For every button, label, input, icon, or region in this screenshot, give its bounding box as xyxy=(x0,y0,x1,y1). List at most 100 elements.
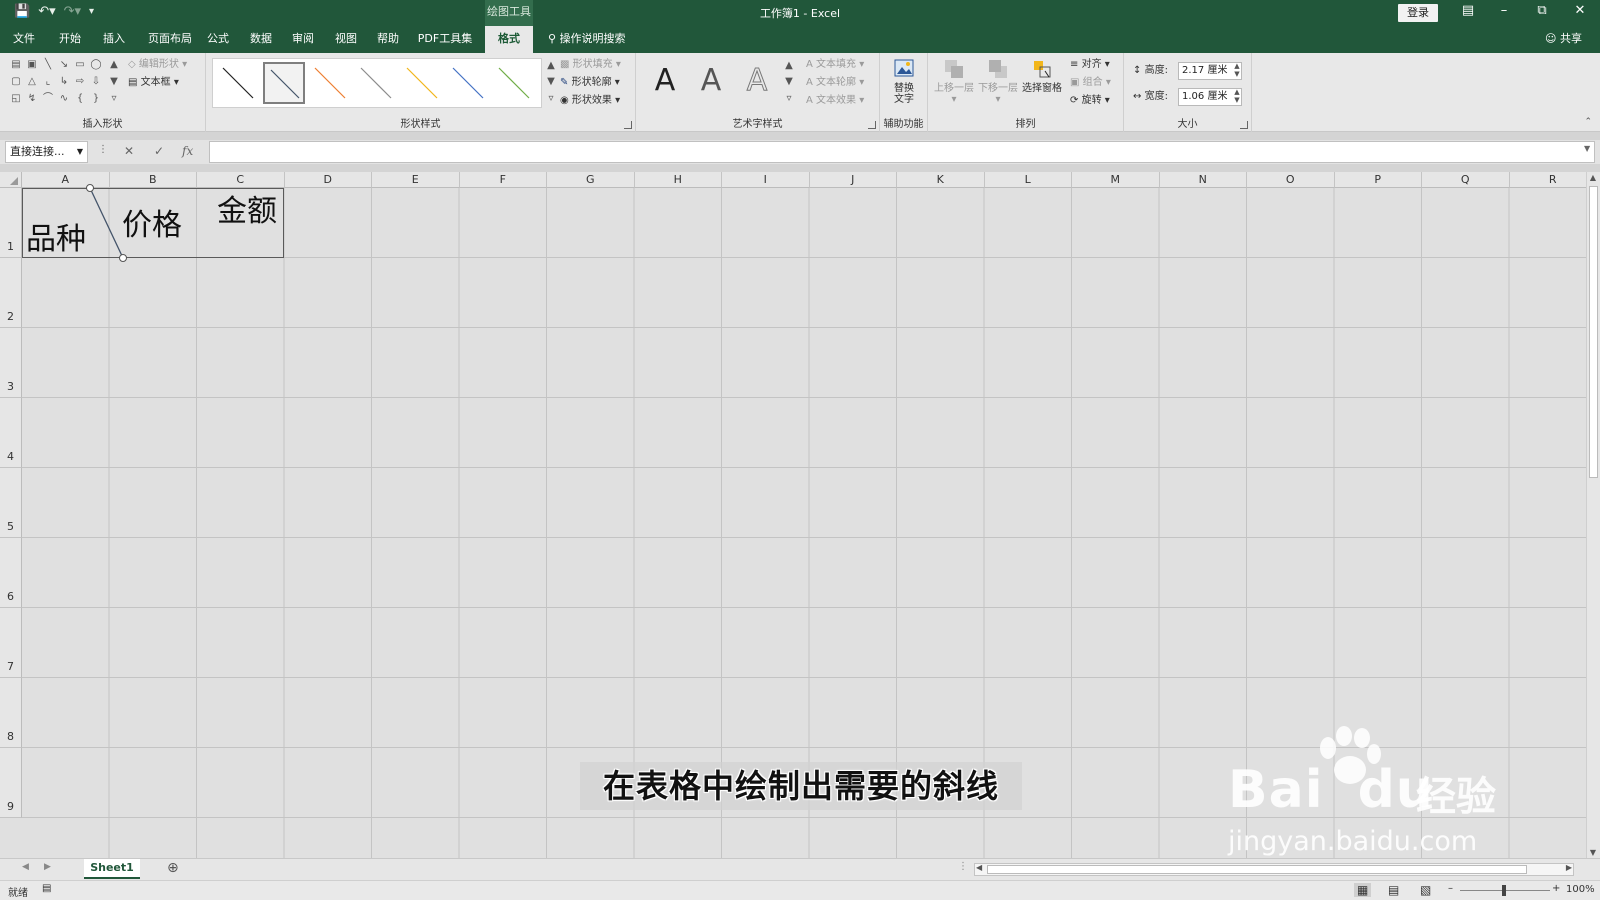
page-break-view-icon[interactable]: ▧ xyxy=(1420,883,1431,897)
ribbon-display-options-icon[interactable]: ▤ xyxy=(1458,3,1478,18)
gallery-scroll-down-icon[interactable]: ▼ xyxy=(107,75,121,89)
redo-icon[interactable]: ↷▾ xyxy=(64,4,81,19)
column-header-g[interactable]: G xyxy=(547,172,635,188)
wordart-scroll-down-icon[interactable]: ▼ xyxy=(782,75,796,89)
shape-fill-button[interactable]: ▩ 形状填充 ▾ xyxy=(560,57,621,73)
column-header-h[interactable]: H xyxy=(634,172,722,188)
style-swatch-7[interactable] xyxy=(493,62,535,104)
tell-me-search[interactable]: ⚲ 操作说明搜索 xyxy=(548,26,626,53)
column-header-n[interactable]: N xyxy=(1159,172,1247,188)
column-header-e[interactable]: E xyxy=(372,172,460,188)
normal-view-icon[interactable]: ▦ xyxy=(1354,883,1372,897)
send-backward-button[interactable]: 下移一层 ▾ xyxy=(978,57,1018,105)
sheet-tab-sheet1[interactable]: Sheet1 xyxy=(84,859,140,879)
style-swatch-3[interactable] xyxy=(309,62,351,104)
tab-home[interactable]: 开始 xyxy=(52,26,88,53)
arc-shape-icon[interactable]: ⌒ xyxy=(41,92,55,106)
macro-record-icon[interactable]: ▤ xyxy=(42,883,51,894)
tab-help[interactable]: 帮助 xyxy=(370,26,406,53)
width-spinner[interactable]: ▲ ▼ xyxy=(1232,88,1242,106)
align-button[interactable]: ≡ 对齐 ▾ xyxy=(1070,57,1110,73)
text-outline-button[interactable]: A 文本轮廓 ▾ xyxy=(806,75,864,91)
column-header-f[interactable]: F xyxy=(459,172,547,188)
styles-more-icon[interactable]: ▿ xyxy=(544,92,558,106)
freeform-shape-icon[interactable]: ◱ xyxy=(9,92,23,106)
triangle-shape-icon[interactable]: △ xyxy=(25,75,39,89)
tab-pdf-tools[interactable]: PDF工具集 xyxy=(414,26,476,53)
share-button[interactable]: ☺ 共享 xyxy=(1545,26,1582,53)
zoom-level[interactable]: 100% xyxy=(1566,884,1595,895)
zoom-slider-thumb[interactable] xyxy=(1502,885,1506,896)
name-box[interactable]: 直接连接... ▼ xyxy=(5,141,88,163)
customize-qat-icon[interactable]: ▾ xyxy=(89,6,94,17)
name-box-dropdown-icon[interactable]: ▼ xyxy=(77,142,83,162)
save-icon[interactable]: 💾 xyxy=(14,4,30,19)
login-button[interactable]: 登录 xyxy=(1398,4,1438,22)
diagonal-line-shape[interactable] xyxy=(0,172,300,272)
wordart-launcher-icon[interactable] xyxy=(868,121,876,129)
vertical-scroll-thumb[interactable] xyxy=(1589,186,1598,478)
text-effects-button[interactable]: A 文本效果 ▾ xyxy=(806,93,864,109)
style-swatch-2-selected[interactable] xyxy=(263,62,305,104)
column-header-j[interactable]: J xyxy=(809,172,897,188)
elbow-arrow-shape-icon[interactable]: ↳ xyxy=(57,75,71,89)
wordart-style-2[interactable]: A xyxy=(690,61,732,101)
line-start-handle[interactable] xyxy=(86,184,94,192)
edit-shape-button[interactable]: ◇ 编辑形状 ▾ xyxy=(128,57,187,73)
text-box-shape-icon[interactable]: ▤ xyxy=(9,58,23,72)
style-swatch-1[interactable] xyxy=(217,62,259,104)
column-header-o[interactable]: O xyxy=(1247,172,1335,188)
styles-scroll-up-icon[interactable]: ▲ xyxy=(544,59,558,73)
next-sheet-icon[interactable]: ▶ xyxy=(44,862,51,872)
wordart-style-3[interactable]: A xyxy=(736,61,778,101)
restore-icon[interactable]: ⧉ xyxy=(1532,3,1552,18)
vertical-scrollbar[interactable]: ▲ ▼ xyxy=(1586,172,1600,858)
rotate-button[interactable]: ⟳ 旋转 ▾ xyxy=(1070,93,1110,109)
tab-data[interactable]: 数据 xyxy=(243,26,279,53)
bring-forward-button[interactable]: 上移一层 ▾ xyxy=(934,57,974,105)
gallery-more-icon[interactable]: ▿ xyxy=(107,92,121,106)
alt-text-button[interactable]: 替换 文字 xyxy=(884,57,924,105)
row-header-7[interactable]: 7 xyxy=(0,608,22,678)
down-arrow-shape-icon[interactable]: ⇩ xyxy=(89,75,103,89)
shape-outline-button[interactable]: ✎ 形状轮廓 ▾ xyxy=(560,75,620,91)
close-icon[interactable]: ✕ xyxy=(1570,3,1590,18)
vertical-text-box-shape-icon[interactable]: ▣ xyxy=(25,58,39,72)
collapse-ribbon-icon[interactable]: ⌃ xyxy=(1584,117,1592,127)
curve-shape-icon[interactable]: ∿ xyxy=(57,92,71,106)
text-fill-button[interactable]: A 文本填充 ▾ xyxy=(806,57,864,73)
undo-icon[interactable]: ↶▾ xyxy=(38,4,55,19)
rectangle-shape-icon[interactable]: ▭ xyxy=(73,58,87,72)
line-shape-icon[interactable]: ╲ xyxy=(41,58,55,72)
text-box-button[interactable]: ▤ 文本框 ▾ xyxy=(128,75,179,91)
column-header-k[interactable]: K xyxy=(897,172,985,188)
right-arrow-shape-icon[interactable]: ⇨ xyxy=(73,75,87,89)
column-header-q[interactable]: Q xyxy=(1422,172,1510,188)
cancel-entry-icon[interactable]: ✕ xyxy=(124,144,134,158)
size-launcher-icon[interactable] xyxy=(1240,121,1248,129)
shape-styles-launcher-icon[interactable] xyxy=(624,121,632,129)
style-swatch-5[interactable] xyxy=(401,62,443,104)
prev-sheet-icon[interactable]: ◀ xyxy=(22,862,29,872)
rounded-rect-shape-icon[interactable]: ▢ xyxy=(9,75,23,89)
wordart-more-icon[interactable]: ▿ xyxy=(782,92,796,106)
tab-insert[interactable]: 插入 xyxy=(96,26,132,53)
styles-scroll-down-icon[interactable]: ▼ xyxy=(544,75,558,89)
tab-formulas[interactable]: 公式 xyxy=(200,26,236,53)
tab-format[interactable]: 格式 xyxy=(485,26,533,53)
scroll-right-icon[interactable]: ▶ xyxy=(1566,863,1572,872)
selection-pane-button[interactable]: 选择窗格 xyxy=(1022,57,1062,94)
column-header-r[interactable]: R xyxy=(1509,172,1586,188)
group-objects-button[interactable]: ▣ 组合 ▾ xyxy=(1070,75,1111,91)
page-layout-view-icon[interactable]: ▤ xyxy=(1388,883,1399,897)
zoom-in-icon[interactable]: + xyxy=(1552,883,1560,894)
tab-review[interactable]: 审阅 xyxy=(285,26,321,53)
tab-page-layout[interactable]: 页面布局 xyxy=(140,26,200,53)
style-swatch-6[interactable] xyxy=(447,62,489,104)
diagonal-line[interactable] xyxy=(89,187,124,259)
arrow-line-shape-icon[interactable]: ↘ xyxy=(57,58,71,72)
column-header-p[interactable]: P xyxy=(1334,172,1422,188)
scribble-shape-icon[interactable]: ↯ xyxy=(25,92,39,106)
shape-effects-button[interactable]: ◉ 形状效果 ▾ xyxy=(560,93,620,109)
tab-view[interactable]: 视图 xyxy=(328,26,364,53)
